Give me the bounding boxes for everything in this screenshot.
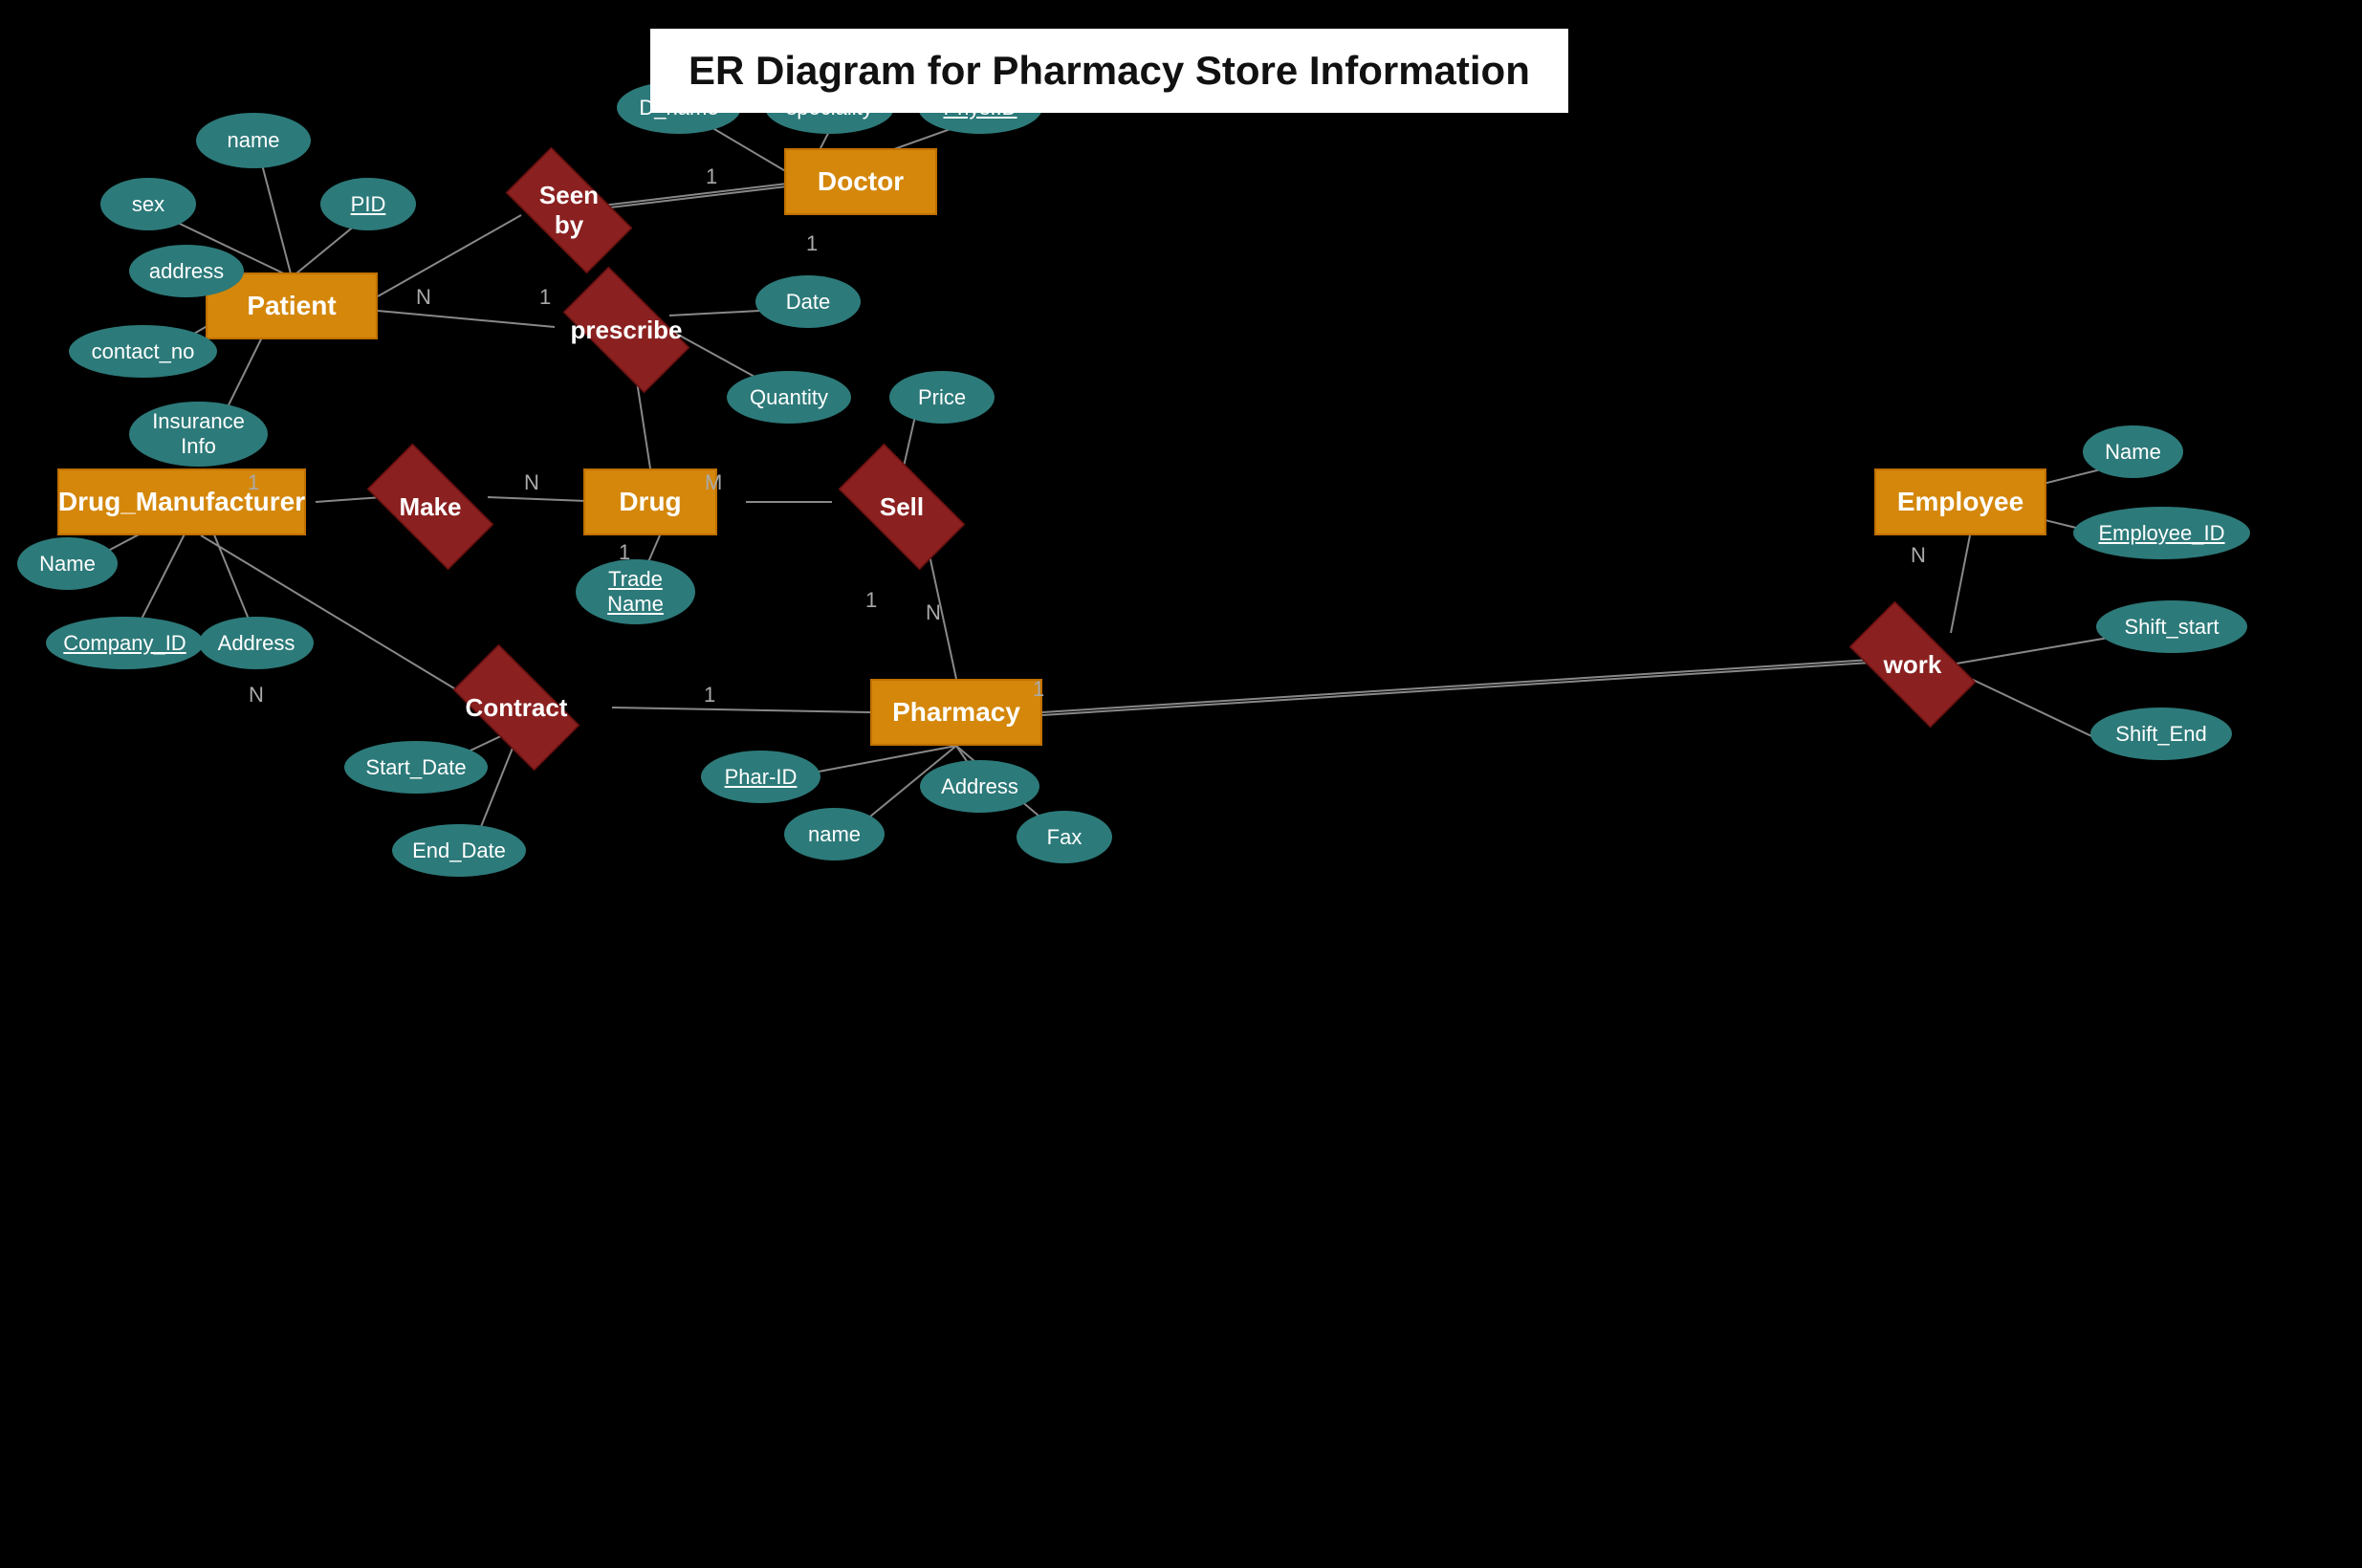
card-make-drug: N <box>524 470 539 495</box>
attr-emp-name: Name <box>2083 425 2183 478</box>
card-mfr-make: 1 <box>248 470 259 495</box>
relationship-seen-by: Seenby <box>492 167 645 253</box>
attr-end-date: End_Date <box>392 824 526 877</box>
attr-pid: PID <box>320 178 416 230</box>
attr-shift-end: Shift_End <box>2090 708 2232 760</box>
card-prescribe-drug2: 1 <box>619 540 630 565</box>
attr-price: Price <box>889 371 995 424</box>
card-work-pharmacy: 1 <box>1033 677 1044 702</box>
card-pharmacy-work: N <box>926 600 941 625</box>
attr-date: Date <box>755 275 861 328</box>
diagram-title: ER Diagram for Pharmacy Store Informatio… <box>650 29 1568 113</box>
attr-name: name <box>196 113 311 168</box>
relationship-make: Make <box>354 464 507 550</box>
entity-drug: Drug <box>583 468 717 535</box>
attr-shift-start: Shift_start <box>2096 600 2247 653</box>
attr-emp-id: Employee_ID <box>2073 507 2250 559</box>
attr-mfr-address: Address <box>199 617 314 669</box>
attr-insurance: Insurance Info <box>129 402 268 467</box>
entity-drug-manufacturer: Drug_Manufacturer <box>57 468 306 535</box>
card-sell-pharmacy2: 1 <box>865 588 877 613</box>
entity-pharmacy: Pharmacy <box>870 679 1042 746</box>
relationship-work: work <box>1836 621 1989 708</box>
card-patient-prescribe: N <box>416 285 431 310</box>
attr-phar-id: Phar-ID <box>701 751 820 803</box>
attr-company-id: Company_ID <box>46 617 204 669</box>
attr-phar-name: name <box>784 808 885 860</box>
attr-mfr-name: Name <box>17 537 118 590</box>
attr-fax: Fax <box>1017 811 1112 863</box>
card-contract-pharmacy: 1 <box>704 683 715 708</box>
er-lines <box>0 0 2362 1568</box>
relationship-sell: Sell <box>825 464 978 550</box>
entity-employee: Employee <box>1874 468 2046 535</box>
card-seen-doctor2: 1 <box>806 231 818 256</box>
entity-doctor: Doctor <box>784 148 937 215</box>
attr-address-p: address <box>129 245 244 297</box>
attr-start-date: Start_Date <box>344 741 488 794</box>
relationship-prescribe: prescribe <box>550 287 703 373</box>
card-seen-doctor: 1 <box>706 164 717 189</box>
attr-quantity: Quantity <box>727 371 851 424</box>
card-drug-sell: M <box>705 470 722 495</box>
card-mfr-contract: N <box>249 683 264 708</box>
attr-sex: sex <box>100 178 196 230</box>
relationship-contract: Contract <box>440 664 593 751</box>
card-prescribe-drug: 1 <box>539 285 551 310</box>
attr-contact-no: contact_no <box>69 325 217 378</box>
attr-trade-name: Trade Name <box>576 559 695 624</box>
attr-phar-address: Address <box>920 760 1039 813</box>
card-emp-work: N <box>1911 543 1926 568</box>
